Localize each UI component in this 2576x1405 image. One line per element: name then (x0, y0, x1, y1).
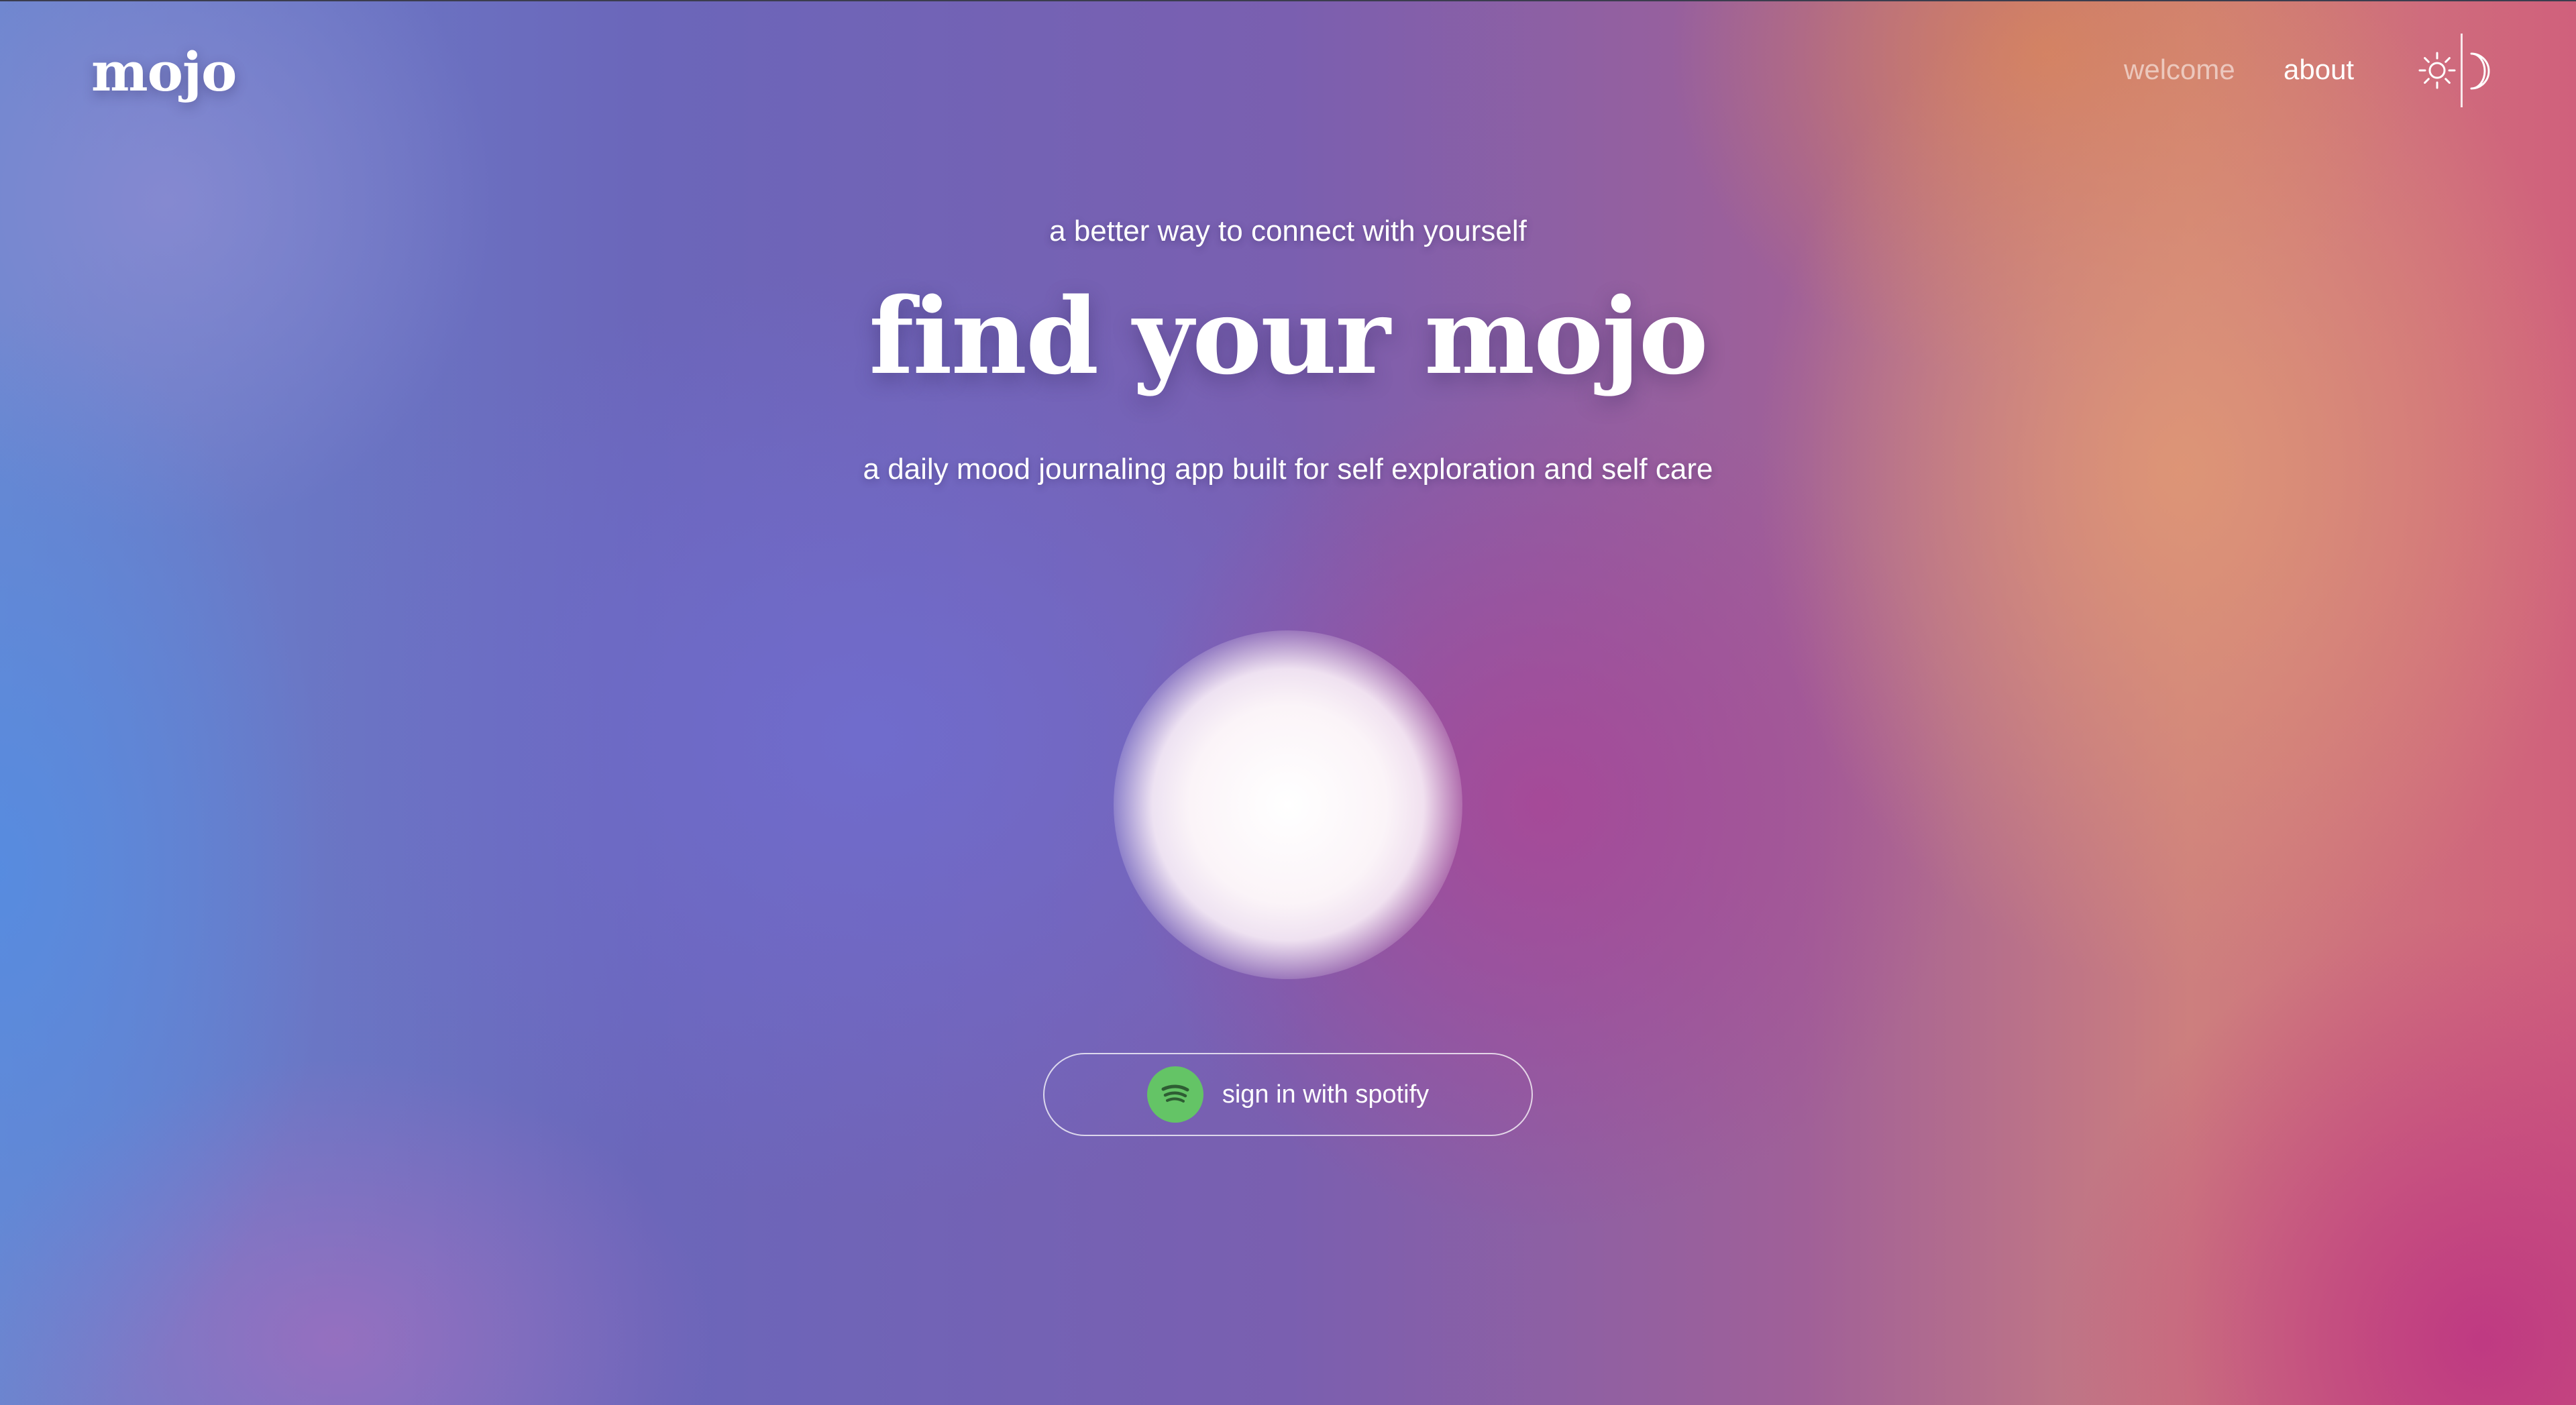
moon-icon[interactable] (2465, 51, 2497, 91)
spotify-signin-label: sign in with spotify (1222, 1080, 1430, 1109)
window-top-border (0, 0, 2576, 1)
hero-subheadline: a daily mood journaling app built for se… (863, 453, 1713, 486)
spotify-icon (1146, 1066, 1203, 1123)
mood-orb (1114, 630, 1462, 979)
hero-tagline: a better way to connect with yourself (1049, 215, 1527, 247)
spotify-signin-button[interactable]: sign in with spotify (1043, 1053, 1533, 1136)
logo[interactable]: mojo (91, 40, 237, 103)
hero-headline: find your mojo (869, 275, 1708, 398)
theme-toggle[interactable] (2418, 34, 2497, 107)
nav-welcome-link[interactable]: welcome (2124, 54, 2235, 86)
nav-about-link[interactable]: about (2284, 54, 2354, 86)
theme-toggle-divider (2461, 34, 2463, 107)
sun-icon[interactable] (2418, 51, 2457, 90)
